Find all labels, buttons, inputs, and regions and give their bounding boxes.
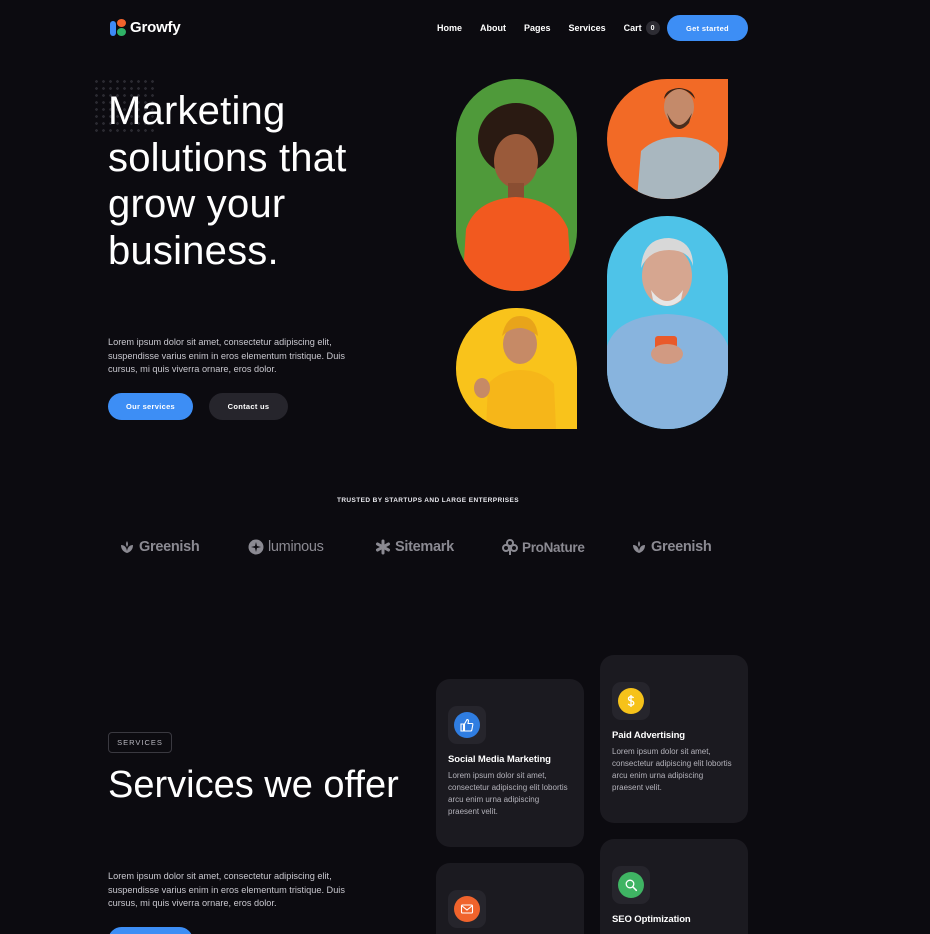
services-button[interactable]	[108, 927, 193, 934]
contact-us-button[interactable]: Contact us	[209, 393, 288, 420]
cart-count-badge: 0	[645, 21, 660, 35]
our-services-button[interactable]: Our services	[108, 393, 193, 420]
search-icon	[618, 872, 644, 898]
brand-logo-greenish-2: Greenish	[631, 539, 712, 555]
service-card-social-media[interactable]: Social Media Marketing Lorem ipsum dolor…	[436, 679, 584, 847]
services-title: Services we offer	[108, 764, 399, 806]
sparkle-circle-icon	[248, 539, 264, 555]
flower-icon	[502, 539, 518, 555]
get-started-button[interactable]: Get started	[667, 15, 748, 41]
trusted-heading: TRUSTED BY STARTUPS AND LARGE ENTERPRISE…	[336, 497, 520, 504]
leaf-icon	[121, 541, 133, 553]
nav-cart[interactable]: Cart 0	[624, 21, 660, 35]
brand-name: Greenish	[139, 539, 200, 555]
service-card-text: Lorem ipsum dolor sit amet, consectetur …	[448, 771, 568, 816]
hero-photo-man-yellow	[456, 308, 577, 429]
main-menu: Home About Pages Services Cart 0	[437, 21, 660, 35]
logo-icon	[110, 19, 127, 36]
service-card-title: Paid Advertising	[612, 730, 686, 741]
hero-photo-man-orange	[607, 79, 728, 199]
logo-text: Growfy	[130, 19, 181, 36]
services-badge: SERVICES	[108, 732, 172, 753]
nav-about[interactable]: About	[480, 23, 506, 33]
service-card-seo[interactable]: SEO Optimization	[600, 839, 748, 934]
service-card-title: Social Media Marketing	[448, 754, 551, 765]
brand-logo-luminous: luminous	[248, 539, 324, 555]
brand-logos: Greenish luminous Sitemark ProNature Gre…	[0, 539, 930, 561]
nav-home[interactable]: Home	[437, 23, 462, 33]
nav-pages[interactable]: Pages	[524, 23, 551, 33]
hero-photo-older-man-phone	[607, 216, 728, 429]
brand-logo-greenish: Greenish	[119, 539, 200, 555]
service-card-title: SEO Optimization	[612, 914, 691, 925]
mail-icon	[454, 896, 480, 922]
hero-description: Lorem ipsum dolor sit amet, consectetur …	[108, 337, 345, 374]
brand-logo-pronature: ProNature	[502, 539, 585, 555]
top-navbar: Growfy Home About Pages Services Cart 0 …	[0, 0, 930, 56]
services-description: Lorem ipsum dolor sit amet, consectetur …	[108, 871, 345, 908]
dollar-icon	[618, 688, 644, 714]
thumbs-up-icon	[454, 712, 480, 738]
brand-logo-sitemark: Sitemark	[375, 539, 454, 555]
cart-label: Cart	[623, 23, 642, 33]
leaf-icon	[633, 541, 645, 553]
service-card-email[interactable]	[436, 863, 584, 934]
nav-services[interactable]: Services	[569, 23, 606, 33]
brand-name: luminous	[268, 539, 324, 555]
asterisk-icon	[376, 539, 390, 555]
hero-title: Marketing solutions that grow your busin…	[108, 89, 347, 273]
service-card-paid-advertising[interactable]: Paid Advertising Lorem ipsum dolor sit a…	[600, 655, 748, 823]
brand-name: Sitemark	[395, 539, 454, 555]
brand-name: Greenish	[651, 539, 712, 555]
service-card-text: Lorem ipsum dolor sit amet, consectetur …	[612, 747, 732, 792]
brand-name: ProNature	[522, 539, 585, 555]
logo[interactable]: Growfy	[110, 19, 181, 36]
hero-photo-woman-orange	[456, 79, 577, 291]
